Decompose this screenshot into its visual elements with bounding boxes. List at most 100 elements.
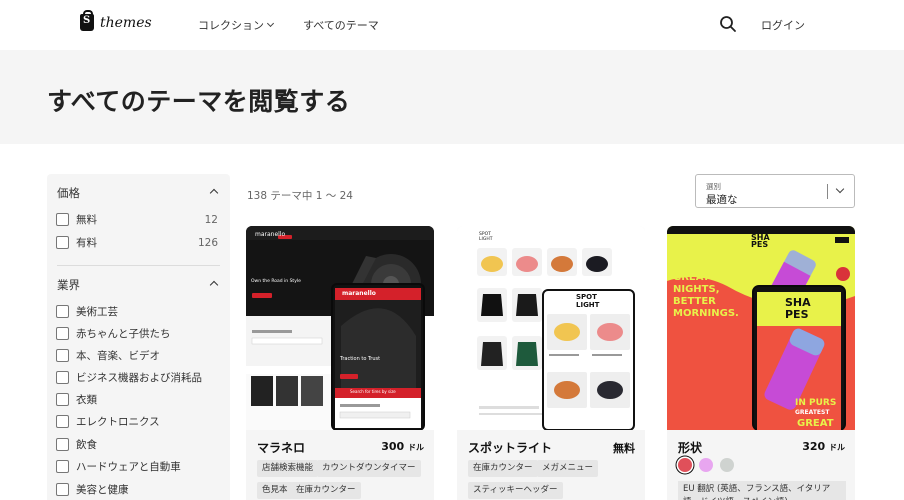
chevron-up-icon [209,280,219,290]
color-swatch-red[interactable] [678,458,692,472]
search-icon[interactable] [719,15,737,33]
feature-tag: 在庫カウンター [468,460,538,477]
checkbox[interactable] [56,236,69,249]
checkbox[interactable] [56,349,69,362]
filter-option-free[interactable]: 無料 12 [56,212,218,227]
checkbox[interactable] [56,327,69,340]
preview-headline: MORNINGS. [673,308,739,319]
filter-option-label: 赤ちゃんと子供たち [76,328,171,340]
preview-headline: BETTER [673,296,716,307]
filter-option-industry[interactable]: 本、音楽、ビデオ [56,348,218,363]
hero-banner: すべてのテーマを閲覧する [0,50,904,144]
theme-preview-image[interactable]: maranello Own the Road in Style maranell… [246,226,434,430]
main-nav: コレクション すべてのテーマ [198,17,379,33]
checkbox[interactable] [56,460,69,473]
sort-value: 最適な [706,194,738,206]
checkbox[interactable] [56,438,69,451]
theme-card-spotlight[interactable]: SPOT LIGHT SPOT LIGHT スポットライト 無料 在庫カウンター… [457,226,645,500]
shopify-themes-logo[interactable]: themes [80,10,152,31]
nav-collections[interactable]: コレクション [198,17,275,33]
preview-mobile-headline: Traction to Trust [340,356,381,362]
filter-option-industry[interactable]: 飲食 [56,437,218,452]
feature-tag: 店舗検索機能 [257,460,319,477]
filter-option-count: 126 [197,236,218,249]
theme-title[interactable]: マラネロ [257,439,305,456]
filter-industry-toggle[interactable]: 業界 [57,277,221,293]
price-unit: ドル [408,443,424,452]
theme-price: 300 ドル [381,440,424,453]
theme-card-maranello[interactable]: maranello Own the Road in Style maranell… [246,226,434,500]
chevron-up-icon [209,188,219,198]
preview-brand-bottom: PES [751,240,769,249]
preview-mobile-brand: maranello [342,290,376,297]
divider [57,265,220,266]
filter-option-label: エレクトロニクス [76,416,160,428]
nav-all-themes[interactable]: すべてのテーマ [303,17,379,33]
theme-card-shapes[interactable]: SHA PES GREAT NIGHTS, BETTER MORNINGS. S… [667,226,855,500]
sort-select[interactable]: 選別 最適な [695,174,855,208]
chevron-down-icon [266,19,275,28]
filter-option-label: 本、音楽、ビデオ [76,350,160,362]
logo-text: themes [100,14,152,31]
filter-option-label: 美容と健康 [76,484,129,496]
checkbox[interactable] [56,393,69,406]
feature-tag: カウントダウンタイマー [317,460,421,477]
checkbox[interactable] [56,415,69,428]
filter-option-label: 飲食 [76,439,97,451]
filter-option-industry[interactable]: エレクトロニクス [56,414,218,429]
filter-option-industry[interactable]: 美容と健康 [56,482,218,497]
checkbox[interactable] [56,483,69,496]
login-link[interactable]: ログイン [761,17,805,33]
price-value: 300 [381,440,405,453]
filter-industry-title: 業界 [57,278,80,292]
site-header: themes コレクション すべてのテーマ ログイン [0,0,904,50]
sort-label: 選別 [706,182,721,191]
page-title: すべてのテーマを閲覧する [47,87,351,116]
preview-headline: GREAT [673,272,710,283]
filter-option-label: ハードウェアと自動車 [76,461,181,473]
filter-sidebar: 価格 無料 12 有料 126 業界 美術工芸 赤ちゃんと子供たち 本、音楽、ビ… [47,174,230,500]
filter-option-industry[interactable]: 美術工芸 [56,304,218,319]
checkbox[interactable] [56,213,69,226]
filter-option-industry[interactable]: 赤ちゃんと子供たち [56,326,218,341]
price-unit: ドル [829,443,845,452]
feature-tag: 色見本 [257,482,293,499]
preview-headline: NIGHTS, [673,284,720,295]
spotlight-preview [457,226,645,430]
preview-mobile-text: IN PURS [795,398,837,408]
filter-price-toggle[interactable]: 価格 [57,185,221,201]
theme-title[interactable]: スポットライト [468,439,552,456]
filter-option-label: 美術工芸 [76,306,118,318]
feature-tag: メガメニュー [537,460,599,477]
results-count: 138 テーマ中 1 〜 24 [247,190,353,202]
filter-option-label: ビジネス機器および消耗品 [76,372,202,384]
preview-mobile-brand: LIGHT [576,301,600,309]
filter-option-paid[interactable]: 有料 126 [56,235,218,250]
checkbox[interactable] [56,371,69,384]
preview-mobile-text: GREAT [797,418,834,429]
nav-all-themes-label: すべてのテーマ [303,19,379,32]
filter-option-industry[interactable]: 衣類 [56,392,218,407]
maranello-preview [246,226,434,430]
preview-brand: maranello [255,231,286,238]
theme-price: 320 ドル [802,440,845,453]
theme-preview-image[interactable]: SHA PES GREAT NIGHTS, BETTER MORNINGS. S… [667,226,855,430]
filter-option-label: 有料 [76,237,97,249]
feature-tag: スティッキーヘッダー [468,482,563,499]
filter-option-industry[interactable]: ハードウェアと自動車 [56,459,218,474]
filter-option-industry[interactable]: ビジネス機器および消耗品 [56,370,218,385]
shopify-bag-icon [80,10,94,31]
preview-mobile-brand: SPOT [576,293,597,301]
theme-title[interactable]: 形状 [678,439,702,456]
feature-tag: 在庫カウンター [291,482,361,499]
theme-preview-image[interactable]: SPOT LIGHT SPOT LIGHT [457,226,645,430]
checkbox[interactable] [56,305,69,318]
preview-mobile-brand: PES [785,308,809,321]
filter-option-label: 衣類 [76,394,97,406]
color-swatch-gray[interactable] [720,458,734,472]
price-value: 320 [802,440,826,453]
filter-option-label: 無料 [76,214,97,226]
preview-mobile-text: GREATEST [795,409,830,416]
color-swatch-pink[interactable] [699,458,713,472]
chevron-down-icon [835,184,845,194]
